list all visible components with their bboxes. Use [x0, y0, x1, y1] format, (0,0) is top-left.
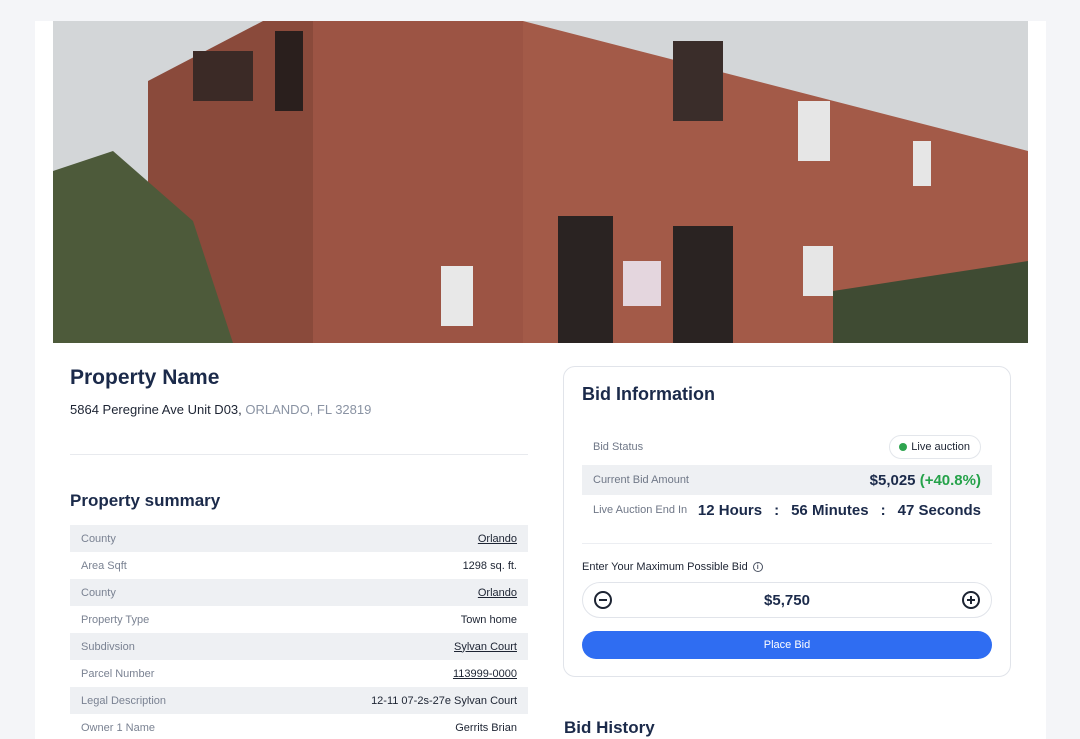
info-icon[interactable]: i	[752, 562, 763, 572]
summary-value-link[interactable]: Orlando	[478, 533, 517, 545]
summary-row: Legal Description 12-11 07-2s-27e Sylvan…	[70, 687, 528, 714]
page: Property Name 5864 Peregrine Ave Unit D0…	[35, 21, 1046, 739]
summary-label: Legal Description	[81, 694, 166, 707]
summary-label: Owner 1 Name	[81, 721, 155, 734]
summary-value-link[interactable]: 113999-0000	[453, 668, 517, 680]
bid-information-card: Bid Information Bid Status Live auction …	[563, 366, 1011, 677]
current-bid-row: Current Bid Amount $5,025 (+40.8%)	[582, 465, 992, 495]
countdown-separator: :	[774, 501, 780, 519]
max-bid-stepper: $5,750	[582, 582, 992, 618]
divider	[70, 454, 528, 455]
summary-row: Subdivsion Sylvan Court	[70, 633, 528, 660]
live-auction-badge: Live auction	[889, 434, 981, 459]
bid-divider	[582, 543, 992, 544]
place-bid-button[interactable]: Place Bid	[582, 631, 992, 659]
summary-label: Subdivsion	[81, 640, 135, 653]
summary-row: Property Type Town home	[70, 606, 528, 633]
summary-label: Area Sqft	[81, 559, 127, 572]
plus-circle-icon[interactable]	[961, 591, 980, 609]
minus-circle-icon[interactable]	[594, 591, 612, 609]
property-photo	[53, 21, 1028, 343]
countdown-minutes: 56 Minutes	[791, 501, 869, 519]
countdown-timer: 12 Hours : 56 Minutes : 47 Seconds	[698, 502, 981, 519]
summary-value-link[interactable]: Orlando	[478, 587, 517, 599]
countdown-separator: :	[880, 501, 886, 519]
summary-row: Area Sqft 1298 sq. ft.	[70, 552, 528, 579]
summary-title: Property summary	[70, 491, 221, 510]
summary-value: 12-11 07-2s-27e Sylvan Court	[371, 694, 517, 707]
summary-row: Parcel Number 113999-0000	[70, 660, 528, 687]
max-bid-value[interactable]: $5,750	[764, 592, 810, 609]
current-bid-amount: $5,025 (+40.8%)	[870, 472, 981, 489]
countdown-seconds: 47 Seconds	[897, 501, 981, 519]
current-bid-value: $5,025	[869, 471, 916, 489]
summary-row: Owner 1 Name Gerrits Brian	[70, 714, 528, 739]
summary-label: County	[81, 532, 116, 545]
summary-label: Parcel Number	[81, 667, 155, 680]
summary-value: 1298 sq. ft.	[462, 559, 517, 572]
summary-value-link[interactable]: Sylvan Court	[454, 641, 517, 653]
summary-row: County Orlando	[70, 579, 528, 606]
summary-value: Gerrits Brian	[455, 721, 517, 734]
summary-row: County Orlando	[70, 525, 528, 552]
bid-status-row: Bid Status Live auction	[582, 433, 992, 460]
summary-label: County	[81, 586, 116, 599]
max-bid-label-text: Enter Your Maximum Possible Bid	[582, 561, 748, 573]
auction-end-row: Live Auction End In 12 Hours : 56 Minute…	[582, 495, 992, 525]
current-bid-change: (+40.8%)	[919, 471, 981, 489]
max-bid-label: Enter Your Maximum Possible Bid i	[582, 561, 763, 573]
bid-status-label: Bid Status	[593, 440, 644, 453]
bid-history-title: Bid History	[564, 718, 655, 737]
summary-value: Town home	[460, 613, 517, 626]
live-auction-text: Live auction	[911, 440, 970, 453]
countdown-hours: 12 Hours	[697, 501, 763, 519]
live-dot-icon	[899, 442, 908, 451]
property-title: Property Name	[70, 366, 220, 389]
auction-end-label: Live Auction End In	[593, 504, 688, 516]
summary-label: Property Type	[81, 613, 150, 626]
address-street: 5864 Peregrine Ave Unit D03,	[70, 402, 242, 417]
bid-info-title: Bid Information	[582, 384, 715, 404]
summary-table: County Orlando Area Sqft 1298 sq. ft. Co…	[70, 525, 528, 739]
property-address: 5864 Peregrine Ave Unit D03, ORLANDO, FL…	[70, 402, 371, 417]
current-bid-label: Current Bid Amount	[593, 474, 689, 486]
address-city: ORLANDO, FL 32819	[245, 402, 372, 417]
